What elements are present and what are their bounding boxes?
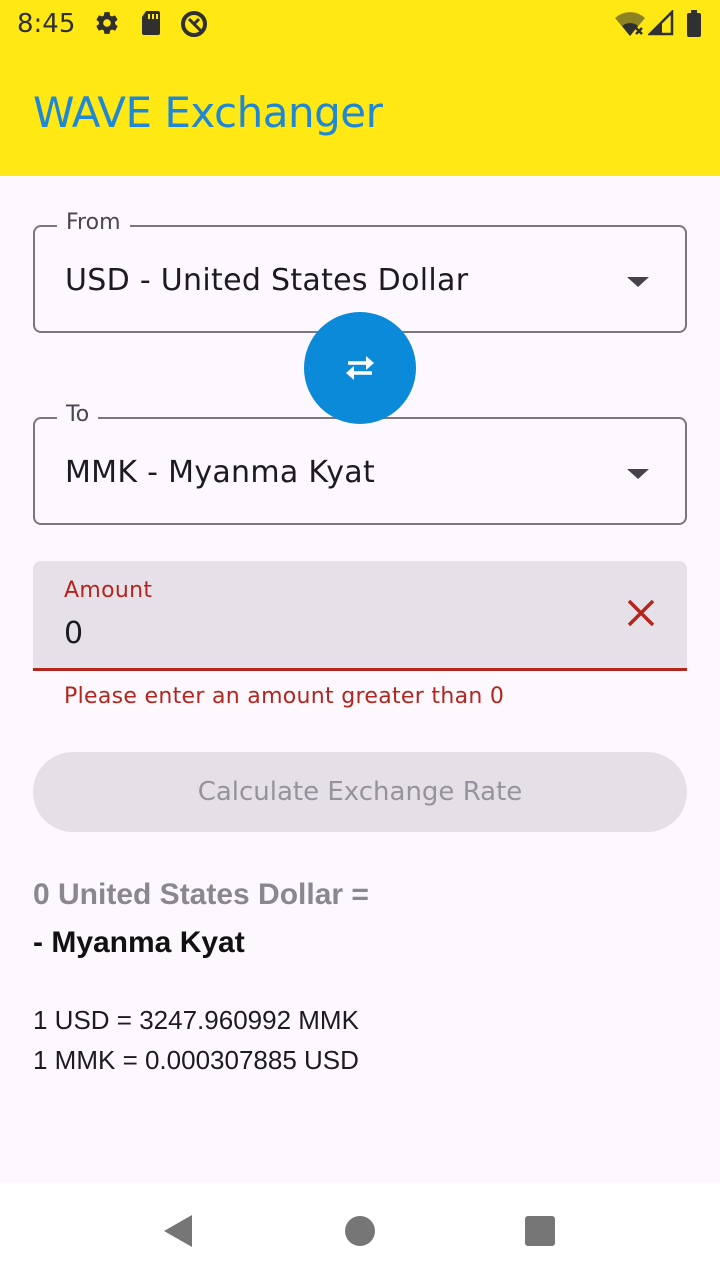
amount-error-text: Please enter an amount greater than 0 <box>64 684 505 709</box>
back-icon[interactable] <box>162 1213 194 1254</box>
sd-card-icon <box>140 10 162 41</box>
from-value: USD - United States Dollar <box>65 263 469 298</box>
do-not-disturb-icon <box>180 10 208 43</box>
wifi-off-icon <box>614 10 646 43</box>
system-nav-bar <box>0 1183 720 1280</box>
from-label: From <box>57 210 130 235</box>
result-target: - Myanma Kyat <box>33 926 245 959</box>
to-value: MMK - Myanma Kyat <box>65 455 376 490</box>
swap-horizontal-icon <box>346 356 374 380</box>
app-header: 8:45 WAVE Exchanger <box>0 0 720 176</box>
status-time: 8:45 <box>17 9 76 39</box>
clear-icon[interactable] <box>621 593 661 633</box>
settings-icon <box>94 10 120 41</box>
battery-icon <box>686 10 702 43</box>
recents-icon[interactable] <box>524 1216 556 1251</box>
rate-reverse: 1 MMK = 0.000307885 USD <box>33 1045 359 1075</box>
amount-value[interactable]: 0 <box>64 616 83 651</box>
amount-label: Amount <box>64 578 153 603</box>
home-icon[interactable] <box>344 1215 376 1252</box>
result-source: 0 United States Dollar = <box>33 878 369 911</box>
chevron-down-icon <box>627 277 649 287</box>
to-label: To <box>57 402 99 427</box>
chevron-down-icon <box>627 469 649 479</box>
to-currency-dropdown[interactable]: To MMK - Myanma Kyat <box>33 402 687 525</box>
swap-currencies-button[interactable] <box>304 312 416 424</box>
signal-icon <box>646 8 674 41</box>
rate-forward: 1 USD = 3247.960992 MMK <box>33 1005 359 1035</box>
amount-input[interactable]: Amount 0 <box>33 561 687 671</box>
app-title: WAVE Exchanger <box>33 88 383 137</box>
calculate-exchange-rate-button[interactable]: Calculate Exchange Rate <box>33 752 687 832</box>
